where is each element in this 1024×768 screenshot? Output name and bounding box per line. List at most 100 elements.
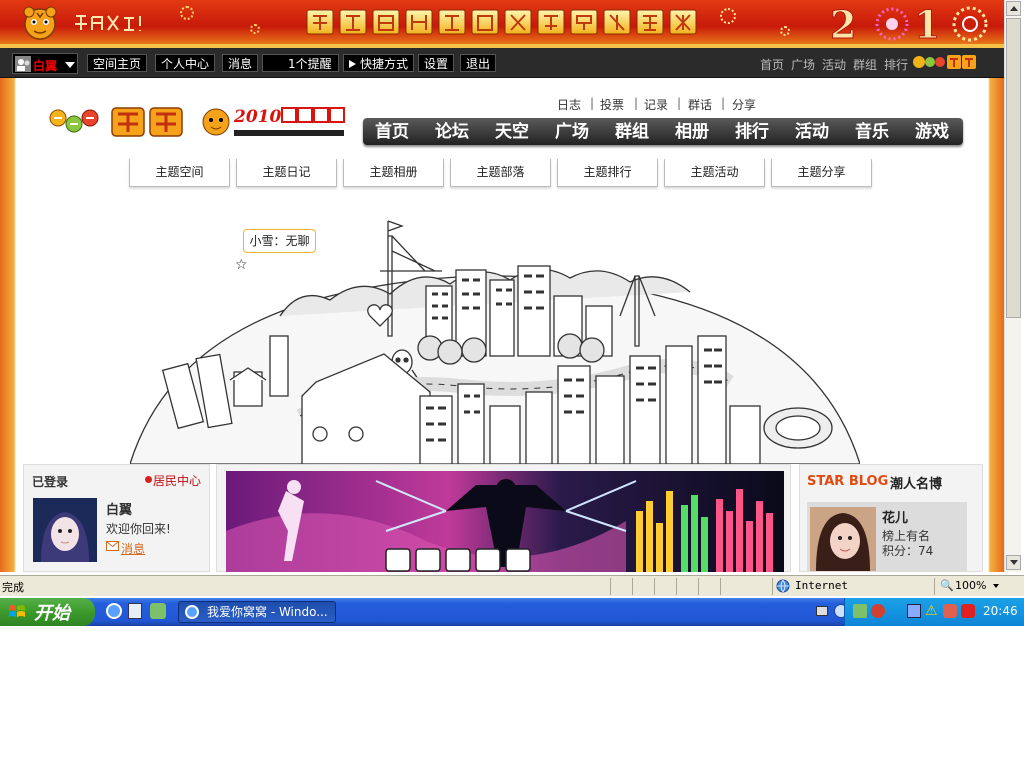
new-year-banner: 2 1 bbox=[0, 0, 1004, 48]
dot-icon bbox=[145, 476, 152, 483]
chevron-down-icon bbox=[65, 62, 75, 68]
nav-home[interactable]: 首页 bbox=[375, 120, 409, 144]
login-panel: 已登录 居民中心 白翼 欢迎你回来! 消息 bbox=[23, 464, 210, 572]
security-shield-icon[interactable] bbox=[961, 604, 975, 618]
blogger-name[interactable]: 花儿 bbox=[882, 507, 908, 526]
toolbar-link-ranking[interactable]: 排行 bbox=[884, 56, 908, 73]
svg-text:1: 1 bbox=[914, 4, 940, 44]
promo-panel bbox=[216, 464, 791, 572]
nav-ranking[interactable]: 排行 bbox=[735, 120, 769, 144]
nav-groups[interactable]: 群组 bbox=[615, 120, 649, 144]
logout-button[interactable]: 退出 bbox=[460, 54, 497, 72]
start-button[interactable]: 开始 bbox=[0, 598, 95, 626]
settings-button[interactable]: 设置 bbox=[418, 54, 455, 72]
banner-headline-text bbox=[306, 9, 697, 35]
nav-albums[interactable]: 相册 bbox=[675, 120, 709, 144]
system-tray: ⚠ 20:46 bbox=[844, 598, 1024, 626]
subtab-theme-diary[interactable]: 主题日记 bbox=[236, 159, 337, 187]
new-year-greeting-text bbox=[75, 15, 141, 31]
network-icon[interactable] bbox=[907, 604, 921, 618]
subtab-theme-tribe[interactable]: 主题部落 bbox=[450, 159, 551, 187]
toolbar-user-name: 白翼 bbox=[33, 59, 58, 73]
user-menu-button[interactable]: 白翼 bbox=[12, 53, 78, 74]
space-home-button[interactable]: 空间主页 bbox=[87, 54, 148, 72]
globe-icon bbox=[776, 579, 790, 593]
city-illustration[interactable] bbox=[130, 196, 860, 464]
reminder-button[interactable]: 1个提醒 bbox=[262, 54, 339, 72]
nav-sky[interactable]: 天空 bbox=[495, 120, 529, 144]
windows-logo-icon bbox=[9, 605, 25, 617]
blog-card[interactable]: 花儿 榜上有名 积分：74 bbox=[807, 502, 967, 572]
taskbar: 开始 我爱你窝窝 - Windo... ⚠ 20:46 bbox=[0, 598, 1024, 626]
subtab-theme-space[interactable]: 主题空间 bbox=[129, 159, 230, 187]
user-avatar[interactable] bbox=[33, 498, 97, 562]
svg-text:2010: 2010 bbox=[233, 107, 281, 127]
user-toolbar: 白翼 空间主页 个人中心 消息 1个提醒 快捷方式 设置 退出 首页 广场 活动… bbox=[0, 48, 1004, 78]
scroll-down-button[interactable] bbox=[1006, 555, 1021, 570]
start-label: 开始 bbox=[34, 603, 70, 624]
clock: 20:46 bbox=[983, 604, 1018, 618]
messages-button[interactable]: 消息 bbox=[222, 54, 259, 72]
keyboard-icon[interactable] bbox=[816, 606, 828, 616]
zoom-icon: 🔍 bbox=[940, 579, 954, 592]
subtab-theme-ranking[interactable]: 主题排行 bbox=[557, 159, 658, 187]
taskbar-window-title: 我爱你窝窝 - Windo... bbox=[207, 605, 328, 619]
star-icon: ☆ bbox=[235, 257, 248, 273]
status-text: 完成 bbox=[2, 581, 24, 594]
app-quicklaunch-icon[interactable] bbox=[150, 603, 166, 619]
desktop-quicklaunch-icon[interactable] bbox=[128, 603, 142, 619]
shortcut-button[interactable]: 快捷方式 bbox=[343, 54, 415, 72]
zoom-control[interactable]: 🔍 100% bbox=[934, 578, 1006, 595]
star-blog-panel: STAR BLOG 潮人名博 花儿 榜上有名 积分：74 bbox=[799, 464, 983, 572]
tiger-mascot-icon bbox=[23, 6, 57, 40]
zoom-level: 100% bbox=[955, 579, 987, 592]
banner-2010-fireworks: 2 1 bbox=[830, 4, 988, 44]
sub-link-records[interactable]: 记录 bbox=[644, 96, 668, 113]
arrow-up-icon bbox=[1010, 6, 1018, 11]
ie-quicklaunch-icon[interactable] bbox=[106, 603, 122, 619]
nav-square[interactable]: 广场 bbox=[555, 120, 589, 144]
sub-link-vote[interactable]: 投票 bbox=[600, 96, 624, 113]
tray-avatar-icon[interactable] bbox=[871, 604, 885, 618]
subtab-theme-events[interactable]: 主题活动 bbox=[664, 159, 765, 187]
toolbar-link-events[interactable]: 活动 bbox=[822, 56, 846, 73]
messages-link[interactable]: 消息 bbox=[121, 540, 145, 557]
star-blog-title-cn: 潮人名博 bbox=[890, 477, 943, 492]
vertical-scrollbar[interactable] bbox=[1004, 0, 1021, 572]
panel-user-name: 白翼 bbox=[106, 503, 133, 518]
toolbar-link-groups[interactable]: 群组 bbox=[853, 56, 877, 73]
music-promo-banner[interactable] bbox=[226, 471, 784, 572]
blogger-photo[interactable] bbox=[810, 507, 876, 571]
star-blog-title-en: STAR BLOG bbox=[807, 474, 889, 489]
user-avatar-icon bbox=[15, 56, 31, 72]
toolbar-link-square[interactable]: 广场 bbox=[791, 56, 815, 73]
nav-events[interactable]: 活动 bbox=[795, 120, 829, 144]
warning-icon[interactable]: ⚠ bbox=[925, 603, 938, 619]
chat-bubble[interactable]: 小雪：无聊 bbox=[243, 229, 316, 253]
site-logo[interactable] bbox=[48, 104, 188, 140]
subtab-theme-share[interactable]: 主题分享 bbox=[771, 159, 872, 187]
sub-link-group-talk[interactable]: 群话 bbox=[688, 96, 712, 113]
sub-link-diary[interactable]: 日志 bbox=[557, 96, 581, 113]
nav-music[interactable]: 音乐 bbox=[855, 120, 889, 144]
personal-center-button[interactable]: 个人中心 bbox=[155, 54, 216, 72]
main-navigation: 首页 论坛 天空 广场 群组 相册 排行 活动 音乐 游戏 bbox=[363, 118, 963, 145]
status-bar: 完成 Internet 🔍 100% bbox=[0, 575, 1024, 596]
sub-link-share[interactable]: 分享 bbox=[732, 96, 756, 113]
tray-app-icon[interactable] bbox=[853, 604, 867, 618]
site-logo-small[interactable] bbox=[912, 52, 978, 72]
subtab-theme-album[interactable]: 主题相册 bbox=[343, 159, 444, 187]
nav-forum[interactable]: 论坛 bbox=[435, 120, 469, 144]
nav-games[interactable]: 游戏 bbox=[915, 120, 949, 144]
envelope-icon bbox=[106, 541, 119, 551]
resident-center-link[interactable]: 居民中心 bbox=[153, 472, 201, 489]
scroll-thumb[interactable] bbox=[1006, 18, 1021, 318]
arrow-down-icon bbox=[1010, 560, 1018, 565]
taskbar-window-button[interactable]: 我爱你窝窝 - Windo... bbox=[178, 601, 336, 623]
ie-icon bbox=[185, 605, 199, 619]
arrow-right-icon bbox=[349, 60, 356, 68]
toolbar-link-home[interactable]: 首页 bbox=[760, 56, 784, 73]
scroll-up-button[interactable] bbox=[1006, 1, 1021, 16]
browser-window: 2 1 白翼 空间主页 个人中心 消息 1个提醒 快捷方式 设置 退出 首页 广… bbox=[0, 0, 1024, 598]
tray-qq-icon[interactable] bbox=[943, 604, 957, 618]
